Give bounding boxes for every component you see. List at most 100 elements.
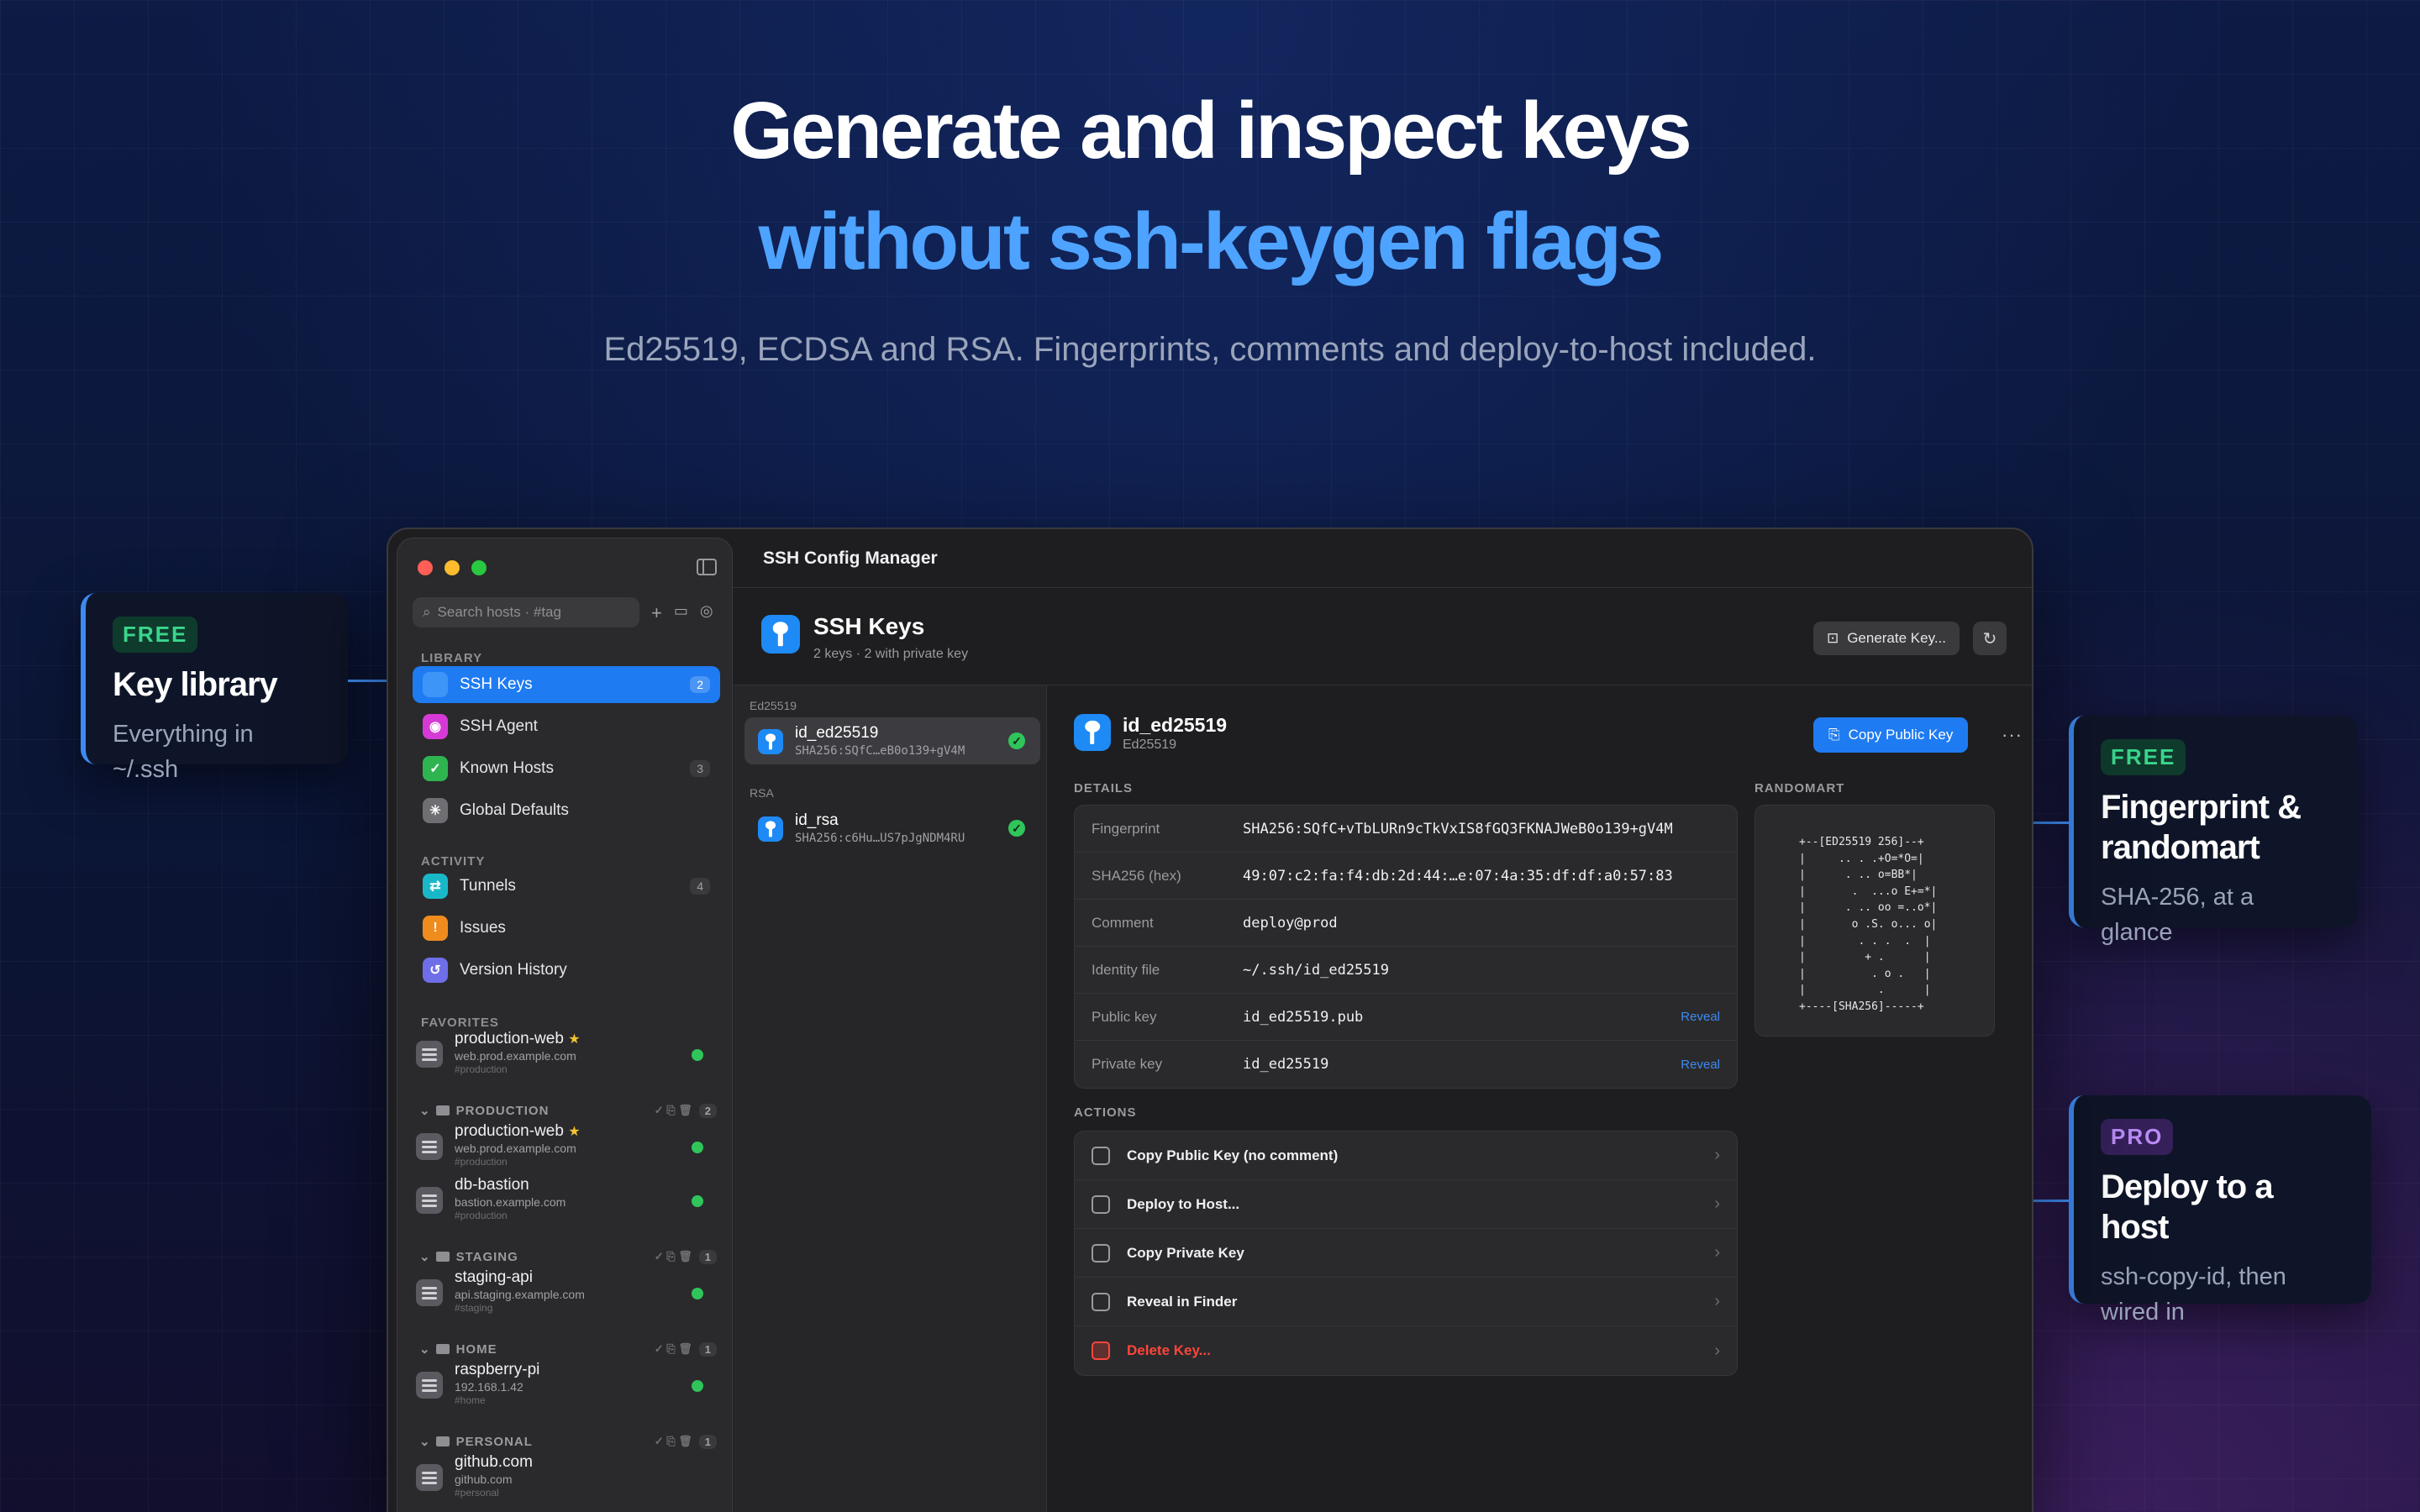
group-home[interactable]: ⌄ HOME ✓ ⎘ 🗑 1 xyxy=(419,1341,717,1357)
host-row-db-bastion[interactable]: db-bastion bastion.example.com #producti… xyxy=(416,1176,720,1226)
filter-icon[interactable]: ◎ xyxy=(700,602,713,624)
group-tools[interactable]: ✓ ⎘ 🗑 xyxy=(655,1104,692,1117)
sidebar-item-tunnels[interactable]: ⇄ Tunnels 4 xyxy=(413,868,720,905)
host-address: bastion.example.com xyxy=(455,1194,566,1209)
reveal-private-key-link[interactable]: Reveal xyxy=(1681,1058,1720,1072)
hero-title: Generate and inspect keys xyxy=(730,86,1692,176)
group-tools[interactable]: ✓ ⎘ 🗑 xyxy=(655,1435,692,1448)
chevron-right-icon: › xyxy=(1714,1292,1720,1310)
check-icon: ✓ xyxy=(1008,820,1025,837)
sidebar-item-ssh-agent[interactable]: ◉ SSH Agent xyxy=(413,708,720,745)
action-delete-key[interactable]: Delete Key... › xyxy=(1075,1326,1737,1375)
reveal-public-key-link[interactable]: Reveal xyxy=(1681,1010,1720,1024)
detail-key-name: id_ed25519 xyxy=(1123,714,1228,736)
sidebar: ⌕ Search hosts · #tag + ▭ ◎ LIBRARY SSH … xyxy=(397,538,733,1512)
callout-deploy: PRO Deploy to a host ssh-copy-id, then wi… xyxy=(2069,1095,2371,1326)
host-address: github.com xyxy=(455,1472,513,1486)
hero-subtitle: Ed25519, ECDSA and RSA. Fingerprints, co… xyxy=(603,331,1817,368)
randomart-panel: +--[ED25519 256]--+ | .. . .+O=*O=| | . … xyxy=(1754,805,1995,1037)
actions-list: Copy Public Key (no comment) › Deploy to … xyxy=(1074,1131,1738,1376)
action-copy-public-key-no-comment[interactable]: Copy Public Key (no comment) › xyxy=(1075,1131,1737,1180)
host-row-raspberry-pi[interactable]: raspberry-pi 192.168.1.42 #home xyxy=(416,1361,720,1410)
key-detail: id_ed25519 Ed25519 ⎘ Copy Public Key ···… xyxy=(1047,685,2032,1512)
warning-icon: ! xyxy=(423,916,448,941)
folder-icon xyxy=(435,1252,450,1262)
sidebar-toggle-icon[interactable] xyxy=(697,559,717,575)
host-row-github[interactable]: github.com github.com #personal xyxy=(416,1453,720,1503)
folder-icon xyxy=(435,1105,450,1116)
actions-label: ACTIONS xyxy=(1074,1105,1137,1120)
history-icon: ↺ xyxy=(423,958,448,983)
chevron-right-icon: › xyxy=(1714,1341,1720,1360)
group-production[interactable]: ⌄ PRODUCTION ✓ ⎘ 🗑 2 xyxy=(419,1103,717,1118)
tunnel-icon: ⇄ xyxy=(423,874,448,899)
host-name: staging-api xyxy=(455,1268,533,1286)
add-icon[interactable]: + xyxy=(651,602,662,624)
host-name: raspberry-pi xyxy=(455,1361,540,1378)
sidebar-item-issues[interactable]: ! Issues xyxy=(413,910,720,947)
count-badge: 2 xyxy=(698,1103,717,1118)
close-window-button[interactable] xyxy=(418,560,433,575)
folder-icon[interactable]: ▭ xyxy=(674,602,688,624)
minimize-window-button[interactable] xyxy=(445,560,460,575)
host-tag: #production xyxy=(455,1156,508,1168)
key-item-id-rsa[interactable]: id_rsa SHA256:c6Hu…US7pJgNDM4RU ✓ xyxy=(744,805,1040,852)
search-input[interactable]: ⌕ Search hosts · #tag xyxy=(413,597,639,627)
key-name: id_ed25519 xyxy=(795,724,879,742)
host-row-production-web[interactable]: production-web ★ web.prod.example.com #p… xyxy=(416,1030,720,1079)
server-icon xyxy=(416,1279,443,1306)
count-badge: 1 xyxy=(698,1249,717,1264)
key-icon xyxy=(761,615,800,654)
more-icon[interactable]: ··· xyxy=(2002,724,2023,746)
detail-row-identity-file: Identity file ~/.ssh/id_ed25519 xyxy=(1075,947,1737,994)
group-staging[interactable]: ⌄ STAGING ✓ ⎘ 🗑 1 xyxy=(419,1249,717,1264)
host-name: db-bastion xyxy=(455,1176,529,1194)
app-window: ⌕ Search hosts · #tag + ▭ ◎ LIBRARY SSH … xyxy=(387,528,2033,1512)
share-icon xyxy=(1092,1194,1110,1214)
sidebar-item-global-defaults[interactable]: ✳ Global Defaults xyxy=(413,792,720,829)
refresh-button[interactable]: ↻ xyxy=(1973,622,2007,655)
action-reveal-in-finder[interactable]: Reveal in Finder › xyxy=(1075,1278,1737,1326)
agent-icon: ◉ xyxy=(423,714,448,739)
server-icon xyxy=(416,1464,443,1491)
host-row-staging-api[interactable]: staging-api api.staging.example.com #sta… xyxy=(416,1268,720,1318)
key-icon xyxy=(758,816,783,842)
star-icon: ★ xyxy=(568,1125,581,1139)
group-tools[interactable]: ✓ ⎘ 🗑 xyxy=(655,1342,692,1356)
chevron-down-icon: ⌄ xyxy=(419,1342,431,1357)
callout-key-library: FREE Key library Everything in ~/.ssh xyxy=(81,593,348,783)
details-table: Fingerprint SHA256:SQfC+vTbLURn9cTkVxIS8f… xyxy=(1074,805,1738,1089)
key-section-label: RSA xyxy=(750,786,774,800)
host-tag: #production xyxy=(455,1210,508,1222)
callout-subtitle: Everything in ~/.ssh xyxy=(113,721,254,784)
sidebar-item-label: SSH Agent xyxy=(460,717,538,735)
host-row-production-web[interactable]: production-web ★ web.prod.example.com #p… xyxy=(416,1122,720,1172)
callout-title: Fingerprint & randomart xyxy=(2101,789,2302,866)
action-copy-private-key[interactable]: Copy Private Key › xyxy=(1075,1229,1737,1278)
status-dot xyxy=(692,1380,703,1392)
zoom-window-button[interactable] xyxy=(471,560,487,575)
key-item-id-ed25519[interactable]: id_ed25519 SHA256:SQfC…eB0o139+gV4M ✓ xyxy=(744,717,1040,764)
count-badge: 3 xyxy=(690,760,710,777)
host-address: api.staging.example.com xyxy=(455,1287,585,1301)
host-name: production-web ★ xyxy=(455,1030,581,1047)
hero-highlight: without ssh-keygen flags xyxy=(758,197,1665,286)
favorites-label: FAVORITES xyxy=(421,1016,499,1030)
status-dot xyxy=(692,1288,703,1299)
sidebar-item-ssh-keys[interactable]: SSH Keys 2 xyxy=(413,666,720,703)
host-tag: #staging xyxy=(455,1302,493,1315)
generate-key-button[interactable]: ⊡ Generate Key... xyxy=(1812,622,1960,655)
sidebar-item-version-history[interactable]: ↺ Version History xyxy=(413,952,720,989)
activity-label: ACTIVITY xyxy=(421,854,486,869)
callout-subtitle: ssh-copy-id, then wired in xyxy=(2101,1263,2286,1326)
search-icon: ⌕ xyxy=(423,604,431,620)
sidebar-item-known-hosts[interactable]: ✓ Known Hosts 3 xyxy=(413,750,720,787)
count-badge: 2 xyxy=(690,676,710,693)
star-icon: ★ xyxy=(568,1032,581,1047)
action-deploy-to-host[interactable]: Deploy to Host... › xyxy=(1075,1180,1737,1229)
group-personal[interactable]: ⌄ PERSONAL ✓ ⎘ 🗑 1 xyxy=(419,1434,717,1449)
free-badge: FREE xyxy=(113,617,198,653)
status-dot xyxy=(692,1142,703,1153)
copy-public-key-button[interactable]: ⎘ Copy Public Key xyxy=(1813,717,1969,753)
group-tools[interactable]: ✓ ⎘ 🗑 xyxy=(655,1250,692,1263)
